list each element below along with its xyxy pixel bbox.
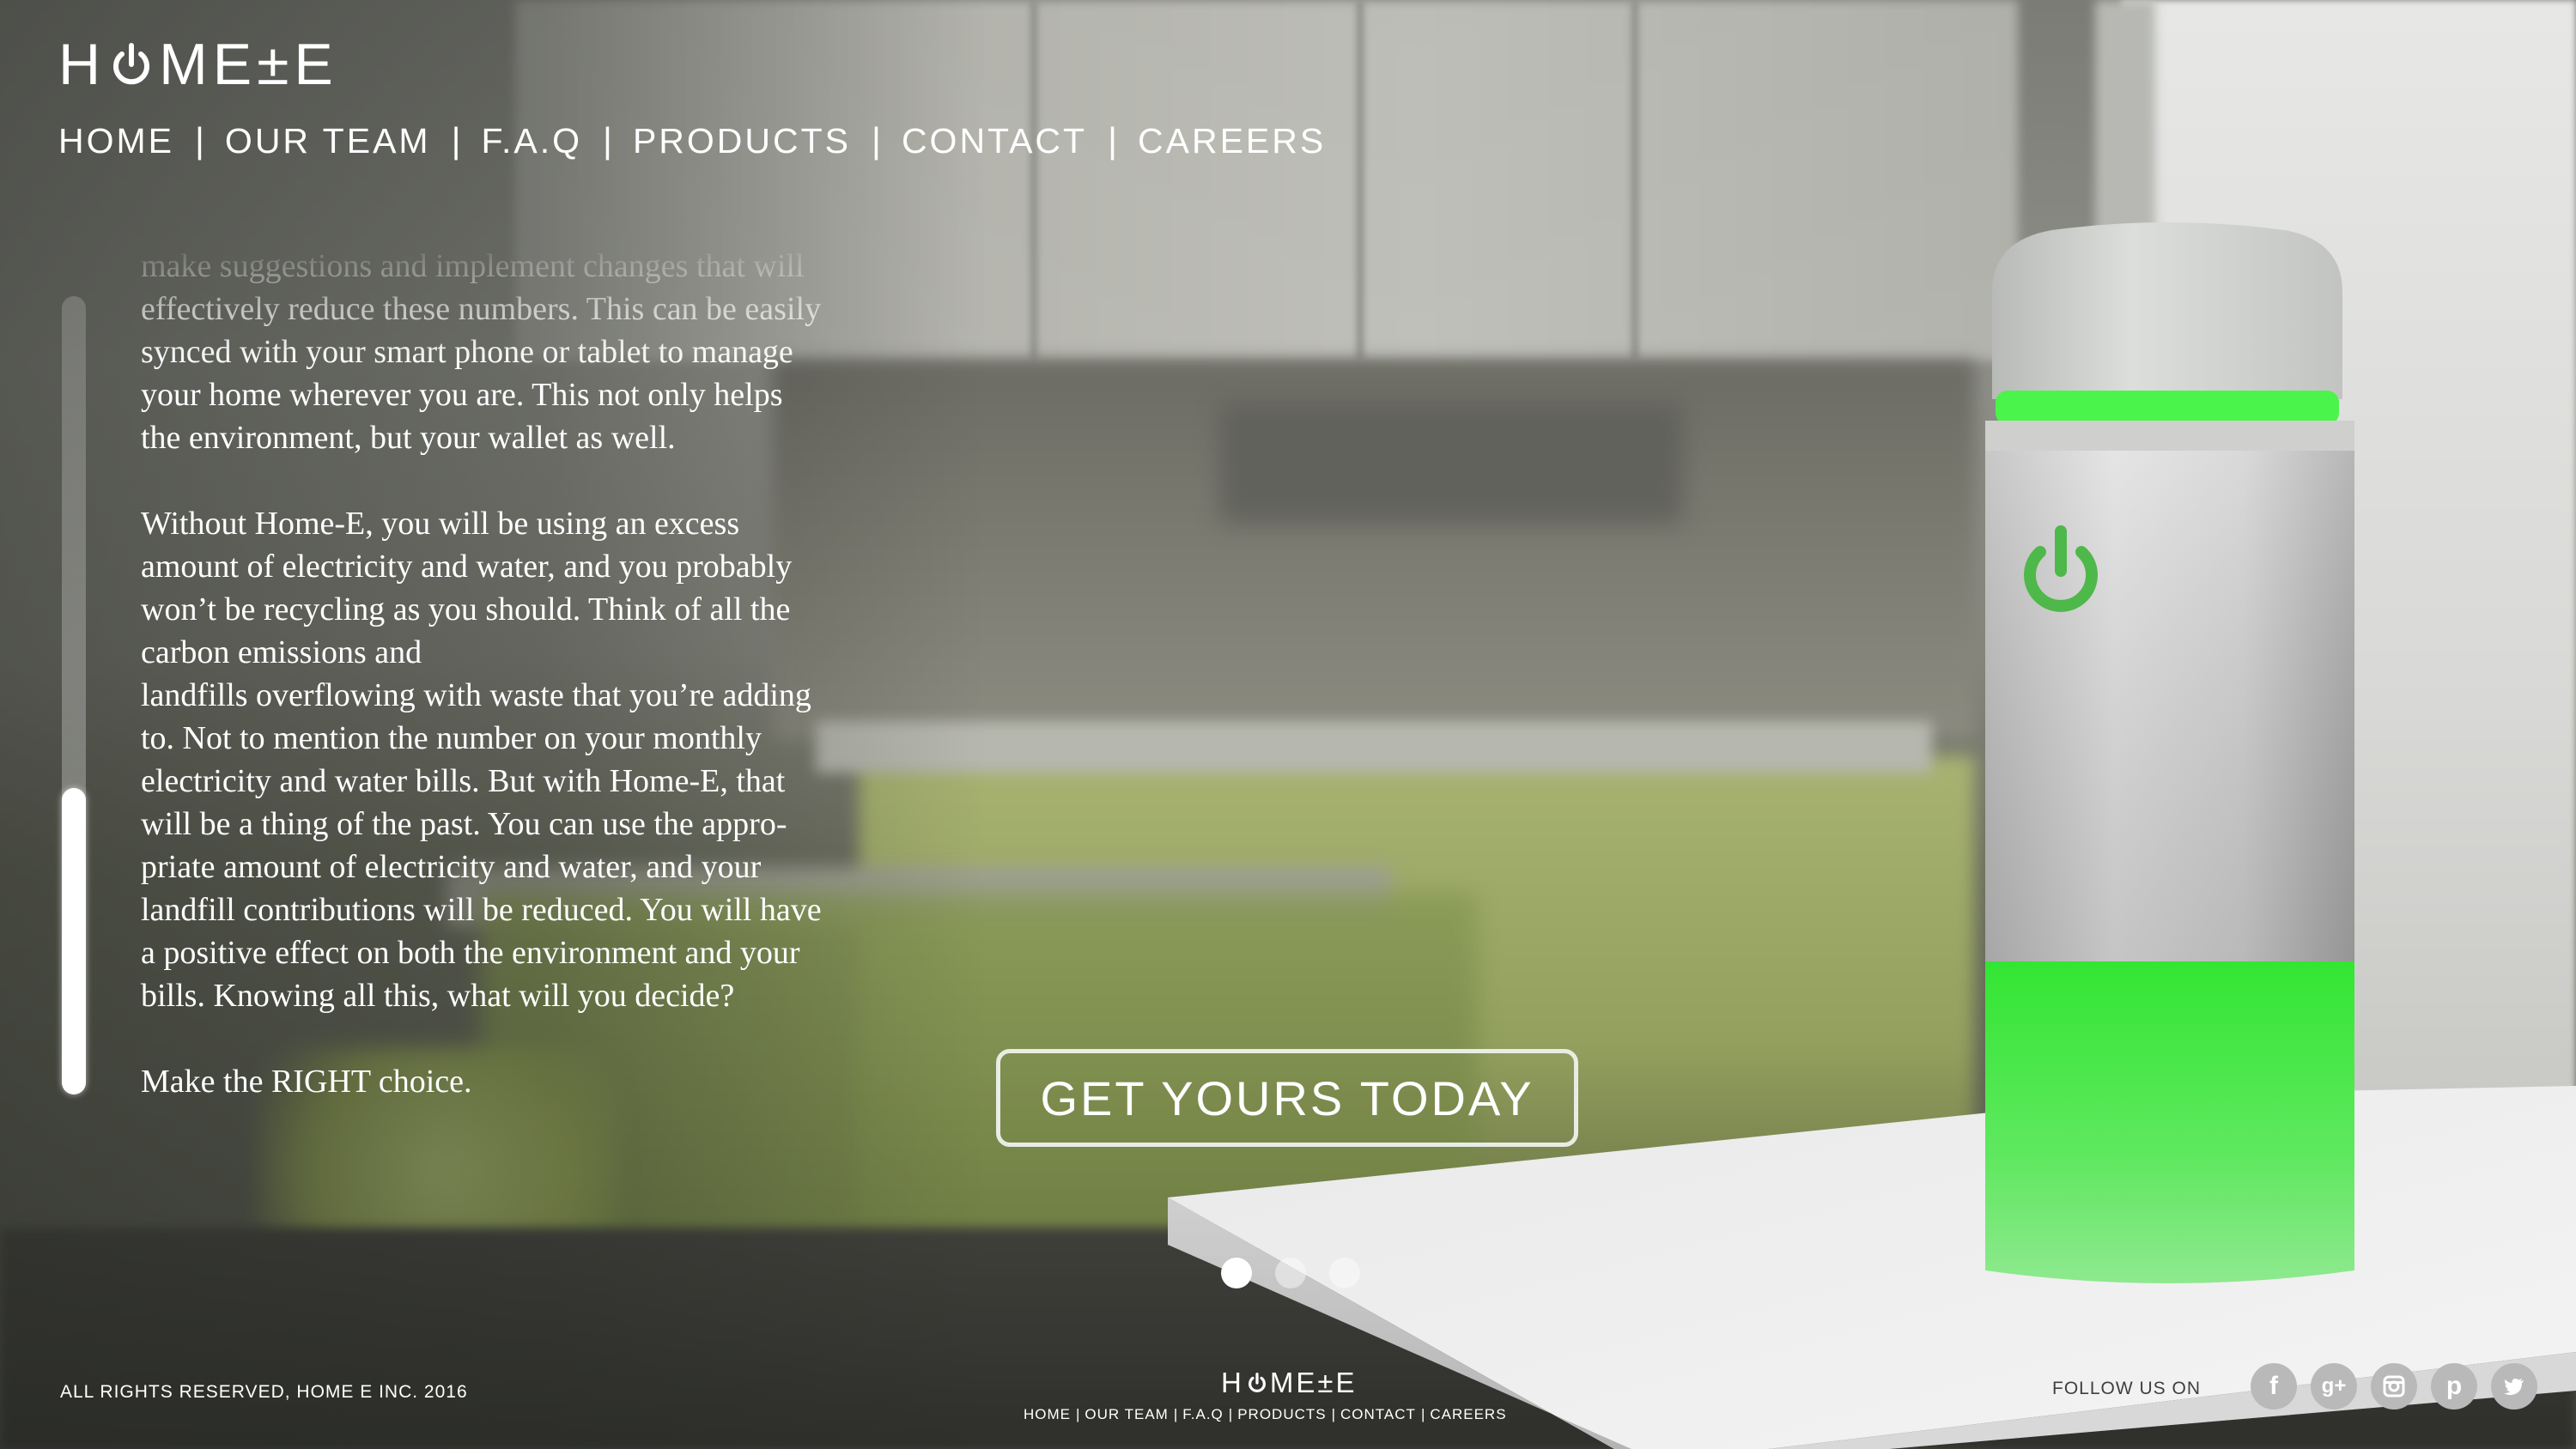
instagram-icon[interactable] — [2371, 1363, 2417, 1410]
footer-nav-contact[interactable]: CONTACT — [1340, 1406, 1416, 1423]
nav-products[interactable]: PRODUCTS — [633, 121, 851, 161]
facebook-icon[interactable]: f — [2251, 1363, 2297, 1410]
nav-contact[interactable]: CONTACT — [902, 121, 1087, 161]
nav-separator: | — [451, 120, 461, 161]
nav-separator: | — [603, 120, 612, 161]
footer-nav-separator: | — [1420, 1406, 1425, 1422]
carousel-dot-1[interactable] — [1221, 1258, 1252, 1288]
social-links: f g+ p — [2251, 1363, 2537, 1410]
article-paragraph: Without Home-E, you will be using an exc… — [141, 506, 822, 1014]
article-paragraph: make suggestions and implement changes t… — [141, 248, 822, 456]
logo-text-left: H — [58, 32, 106, 97]
carousel-dot-2[interactable] — [1275, 1258, 1306, 1288]
footer-nav-our-team[interactable]: OUR TEAM — [1084, 1406, 1168, 1423]
google-plus-icon[interactable]: g+ — [2311, 1363, 2357, 1410]
get-yours-today-button[interactable]: GET YOURS TODAY — [996, 1049, 1578, 1147]
footer-power-icon — [1248, 1373, 1266, 1393]
footer-nav-careers[interactable]: CAREERS — [1430, 1406, 1506, 1423]
instagram-glyph — [2383, 1375, 2405, 1397]
footer-nav-separator: | — [1076, 1406, 1080, 1422]
twitter-icon[interactable] — [2491, 1363, 2537, 1410]
article-closing-line: Make the RIGHT choice. — [141, 1064, 472, 1100]
footer-nav: HOME | OUR TEAM | F.A.Q | PRODUCTS | CON… — [1024, 1406, 1507, 1423]
nav-separator: | — [195, 120, 204, 161]
footer-nav-separator: | — [1331, 1406, 1336, 1422]
carousel-dots — [1221, 1258, 1360, 1288]
copyright-text: ALL RIGHTS RESERVED, HOME E INC. 2016 — [60, 1382, 468, 1402]
logo-text-right: ME±E — [159, 32, 338, 97]
nav-separator: | — [872, 120, 881, 161]
brand-logo[interactable]: H ME±E — [58, 32, 338, 97]
article-text: make suggestions and implement changes t… — [141, 245, 896, 1112]
footer-nav-separator: | — [1173, 1406, 1178, 1422]
footer-nav-products[interactable]: PRODUCTS — [1237, 1406, 1326, 1423]
home-e-device-image — [1985, 222, 2354, 1283]
nav-careers[interactable]: CAREERS — [1138, 121, 1326, 161]
carousel-dot-3[interactable] — [1329, 1258, 1360, 1288]
footer-nav-separator: | — [1228, 1406, 1233, 1422]
power-icon — [113, 43, 150, 85]
nav-separator: | — [1108, 120, 1117, 161]
nav-faq[interactable]: F.A.Q — [482, 121, 583, 161]
footer-logo-text-left: H — [1221, 1367, 1244, 1398]
footer-logo[interactable]: H ME±E — [1221, 1367, 1357, 1399]
nav-our-team[interactable]: OUR TEAM — [225, 121, 431, 161]
footer-nav-faq[interactable]: F.A.Q — [1182, 1406, 1224, 1423]
nav-home[interactable]: HOME — [58, 121, 174, 161]
twitter-glyph — [2504, 1378, 2524, 1396]
footer-logo-text-right: ME±E — [1269, 1367, 1358, 1398]
pinterest-icon[interactable]: p — [2431, 1363, 2477, 1410]
main-nav: HOME | OUR TEAM | F.A.Q | PRODUCTS | CON… — [58, 120, 1326, 161]
follow-us-label: FOLLOW US ON — [2052, 1379, 2202, 1398]
footer-nav-home[interactable]: HOME — [1024, 1406, 1071, 1423]
article-scrollbar-thumb[interactable] — [62, 788, 86, 1094]
